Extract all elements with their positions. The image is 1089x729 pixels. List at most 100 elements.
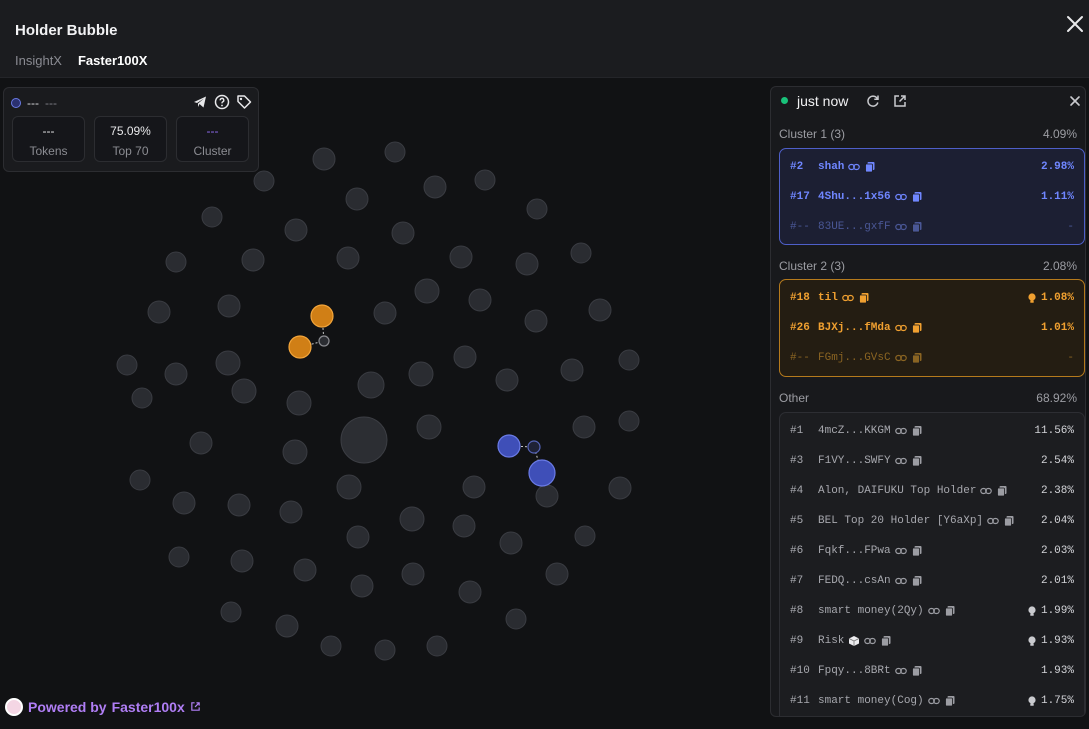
holder-bubble[interactable] bbox=[129, 469, 151, 491]
holder-bubble[interactable] bbox=[618, 410, 640, 432]
link-icon[interactable] bbox=[894, 545, 907, 557]
holder-bubble[interactable] bbox=[401, 562, 425, 586]
holder-bubble[interactable] bbox=[423, 175, 447, 199]
holder-bubble[interactable] bbox=[172, 491, 196, 515]
holder-bubble[interactable] bbox=[320, 635, 342, 657]
holder-bubble[interactable] bbox=[284, 218, 308, 242]
tab-faster100x[interactable]: Faster100X bbox=[78, 53, 147, 68]
link-icon[interactable] bbox=[894, 352, 907, 364]
holder-bubble[interactable] bbox=[286, 390, 312, 416]
holder-bubble[interactable] bbox=[505, 608, 527, 630]
holder-bubble[interactable] bbox=[495, 368, 519, 392]
link-icon[interactable] bbox=[927, 695, 940, 707]
holder-name[interactable]: smart money(Cog) bbox=[818, 695, 924, 707]
holder-bubble[interactable] bbox=[416, 414, 442, 440]
holder-bubble[interactable] bbox=[345, 187, 369, 211]
copy-icon[interactable] bbox=[864, 161, 876, 173]
holder-bubble[interactable] bbox=[468, 288, 492, 312]
holder-name[interactable]: Fqkf...FPwa bbox=[818, 545, 891, 557]
link-icon[interactable] bbox=[894, 455, 907, 467]
holder-bubble[interactable] bbox=[165, 251, 187, 273]
holder-name[interactable]: Alon, DAIFUKU Top Holder bbox=[818, 485, 976, 497]
link-icon[interactable] bbox=[864, 635, 877, 647]
holder-row[interactable]: #4 Alon, DAIFUKU Top Holder 2.38% bbox=[780, 476, 1084, 506]
help-icon[interactable] bbox=[214, 94, 230, 110]
holder-row[interactable]: #26 BJXj...fMda 1.01% bbox=[780, 313, 1084, 343]
holder-bubble[interactable] bbox=[293, 558, 317, 582]
holder-bubble[interactable] bbox=[164, 362, 188, 386]
holder-bubble[interactable] bbox=[414, 278, 440, 304]
copy-icon[interactable] bbox=[911, 221, 923, 233]
cluster-2-bubble[interactable] bbox=[310, 304, 334, 328]
holder-bubble[interactable] bbox=[452, 514, 476, 538]
copy-icon[interactable] bbox=[911, 425, 923, 437]
holder-bubble[interactable] bbox=[449, 245, 473, 269]
holder-name[interactable]: FGmj...GVsC bbox=[818, 352, 891, 364]
holder-bubble[interactable] bbox=[241, 248, 265, 272]
close-icon[interactable] bbox=[1064, 13, 1086, 35]
holder-bubble[interactable] bbox=[526, 198, 548, 220]
holder-bubble[interactable] bbox=[147, 300, 171, 324]
copy-icon[interactable] bbox=[944, 695, 956, 707]
copy-icon[interactable] bbox=[880, 635, 892, 647]
copy-icon[interactable] bbox=[1003, 515, 1015, 527]
link-icon[interactable] bbox=[894, 221, 907, 233]
holder-name[interactable]: Fpqy...8BRt bbox=[818, 665, 891, 677]
powered-by-link[interactable]: Powered by Faster100x bbox=[5, 698, 201, 716]
refresh-icon[interactable] bbox=[865, 93, 881, 109]
holder-name[interactable]: 4mcZ...KKGM bbox=[818, 425, 891, 437]
holder-bubble[interactable] bbox=[253, 170, 275, 192]
link-icon[interactable] bbox=[848, 161, 861, 173]
holder-bubble[interactable] bbox=[458, 580, 482, 604]
link-icon[interactable] bbox=[987, 515, 999, 527]
holder-bubble[interactable] bbox=[357, 371, 385, 399]
holder-bubble[interactable] bbox=[524, 309, 548, 333]
holder-name[interactable]: F1VY...SWFY bbox=[818, 455, 891, 467]
holder-row[interactable]: #3 F1VY...SWFY 2.54% bbox=[780, 446, 1084, 476]
holder-bubble[interactable] bbox=[346, 525, 370, 549]
cluster-2-bubble[interactable] bbox=[288, 335, 312, 359]
holder-bubble[interactable] bbox=[230, 549, 254, 573]
copy-icon[interactable] bbox=[911, 545, 923, 557]
holder-bubble[interactable] bbox=[462, 475, 486, 499]
link-icon[interactable] bbox=[927, 605, 940, 617]
holder-row[interactable]: #18 til 1.08% bbox=[780, 283, 1084, 313]
holder-bubble[interactable] bbox=[201, 206, 223, 228]
link-icon[interactable] bbox=[894, 575, 907, 587]
holder-bubble[interactable] bbox=[282, 439, 308, 465]
cluster-2-hidden-bubble[interactable] bbox=[318, 335, 330, 347]
holder-bubble[interactable] bbox=[227, 493, 251, 517]
copy-icon[interactable] bbox=[858, 292, 870, 304]
holder-row[interactable]: #10 Fpqy...8BRt 1.93% bbox=[780, 656, 1084, 686]
holder-bubble[interactable] bbox=[515, 252, 539, 276]
link-icon[interactable] bbox=[842, 292, 854, 304]
holder-bubble[interactable] bbox=[189, 431, 213, 455]
holder-bubble[interactable] bbox=[116, 354, 138, 376]
tab-insightx[interactable]: InsightX bbox=[15, 53, 62, 68]
holder-bubble[interactable] bbox=[560, 358, 584, 382]
copy-icon[interactable] bbox=[911, 575, 923, 587]
holder-bubble[interactable] bbox=[384, 141, 406, 163]
holder-name[interactable]: shah bbox=[818, 161, 844, 173]
copy-icon[interactable] bbox=[911, 665, 923, 677]
holder-bubble[interactable] bbox=[131, 387, 153, 409]
holder-row[interactable]: #17 4Shu...1x56 1.11% bbox=[780, 182, 1084, 212]
holder-bubble[interactable] bbox=[168, 546, 190, 568]
holder-bubble[interactable] bbox=[217, 294, 241, 318]
holder-bubble[interactable] bbox=[374, 639, 396, 661]
holder-row[interactable]: #-- 83UE...gxfF - bbox=[780, 212, 1084, 242]
holder-row[interactable]: #1 4mcZ...KKGM 11.56% bbox=[780, 416, 1084, 446]
holder-bubble[interactable] bbox=[275, 614, 299, 638]
link-icon[interactable] bbox=[980, 485, 993, 497]
open-external-icon[interactable] bbox=[892, 93, 908, 109]
holder-bubble[interactable] bbox=[391, 221, 415, 245]
holder-bubble[interactable] bbox=[426, 635, 448, 657]
holder-bubble[interactable] bbox=[373, 301, 397, 325]
holder-name[interactable]: FEDQ...csAn bbox=[818, 575, 891, 587]
holder-bubble[interactable] bbox=[350, 574, 374, 598]
telegram-icon[interactable] bbox=[192, 94, 208, 110]
holder-bubble[interactable] bbox=[399, 506, 425, 532]
link-icon[interactable] bbox=[894, 425, 907, 437]
copy-icon[interactable] bbox=[944, 605, 956, 617]
holder-name[interactable]: 83UE...gxfF bbox=[818, 221, 891, 233]
